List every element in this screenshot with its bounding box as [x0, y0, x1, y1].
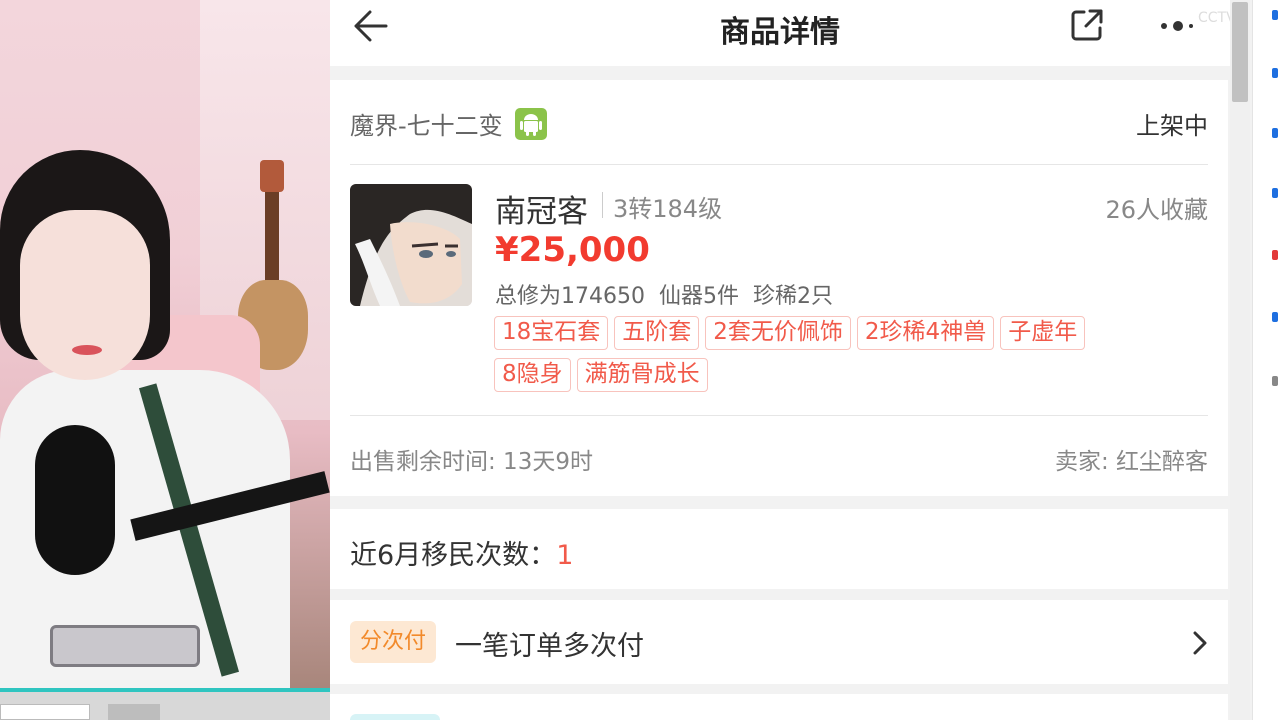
bottom-button[interactable] — [108, 704, 160, 720]
share-icon — [1071, 9, 1103, 41]
divider — [350, 164, 1208, 165]
migration-value: 1 — [556, 540, 574, 571]
right-side-panel — [1252, 0, 1280, 720]
next-section-card — [330, 694, 1228, 720]
character-level: 3转184级 — [613, 195, 723, 223]
side-icon[interactable] — [1272, 128, 1278, 138]
tag: 满筋骨成长 — [576, 358, 708, 392]
price: ¥25,000 — [495, 230, 650, 270]
remaining-sale-time: 出售剩余时间: 13天9时 — [350, 449, 593, 475]
top-navigation-bar: 商品详情 CCTV — [330, 0, 1230, 66]
tag: 五阶套 — [614, 316, 700, 350]
character-stats: 总修为174650 仙器5件 珍稀2只 — [495, 284, 833, 309]
guitar-head — [260, 160, 284, 192]
scrollbar-thumb[interactable] — [1232, 2, 1248, 102]
product-info-card: 魔界-七十二变 上架中 南冠客 3转184级 26人收藏 ¥25,000 总修为… — [330, 80, 1228, 496]
separator — [602, 192, 603, 218]
migration-count: 近6月移民次数：1 — [350, 533, 573, 572]
side-icon[interactable] — [1272, 376, 1278, 386]
phone-in-hand — [50, 625, 200, 667]
bottom-input-box[interactable] — [0, 704, 90, 720]
installment-text: 一笔订单多次付 — [455, 631, 644, 662]
person-lips — [72, 345, 102, 355]
side-icon[interactable] — [1272, 188, 1278, 198]
installment-badge: 分次付 — [350, 621, 437, 663]
tag: 18宝石套 — [494, 316, 609, 350]
microphone — [35, 425, 115, 575]
tag: 2套无价佩饰 — [705, 316, 851, 350]
tag: 2珍稀4神兽 — [856, 316, 995, 350]
migration-label: 近6月移民次数： — [350, 540, 557, 571]
side-icon[interactable] — [1272, 10, 1278, 20]
tag: 子虚年 — [1000, 316, 1086, 350]
more-dots-icon — [1161, 21, 1193, 31]
character-name: 南冠客 — [495, 194, 588, 230]
server-name: 魔界-七十二变 — [350, 112, 503, 140]
scrollbar[interactable] — [1230, 0, 1250, 720]
side-icon[interactable] — [1272, 250, 1278, 260]
chevron-right-icon — [1190, 630, 1210, 656]
divider — [350, 415, 1208, 416]
next-section-badge — [350, 714, 440, 720]
product-detail-page: 商品详情 CCTV 魔界-七十二变 — [330, 0, 1230, 720]
seller-name[interactable]: 卖家: 红尘醉客 — [1055, 442, 1208, 476]
listing-status: 上架中 — [1136, 112, 1208, 140]
migration-card: 近6月移民次数：1 — [330, 509, 1228, 589]
android-icon — [515, 108, 547, 140]
favorite-count: 26人收藏 — [1105, 196, 1208, 224]
more-button[interactable] — [1158, 18, 1198, 32]
webcam-overlay — [0, 0, 330, 720]
side-icon[interactable] — [1272, 68, 1278, 78]
tag-list: 18宝石套 五阶套 2套无价佩饰 2珍稀4神兽 子虚年 8隐身 满筋骨成长 — [494, 316, 1194, 400]
share-button[interactable] — [1068, 6, 1106, 44]
character-avatar[interactable] — [350, 184, 472, 306]
side-icon[interactable] — [1272, 312, 1278, 322]
broadcast-watermark: CCTV — [1198, 10, 1230, 26]
tag: 8隐身 — [494, 358, 571, 392]
installment-payment-row[interactable]: 分次付 一笔订单多次付 — [330, 600, 1228, 684]
